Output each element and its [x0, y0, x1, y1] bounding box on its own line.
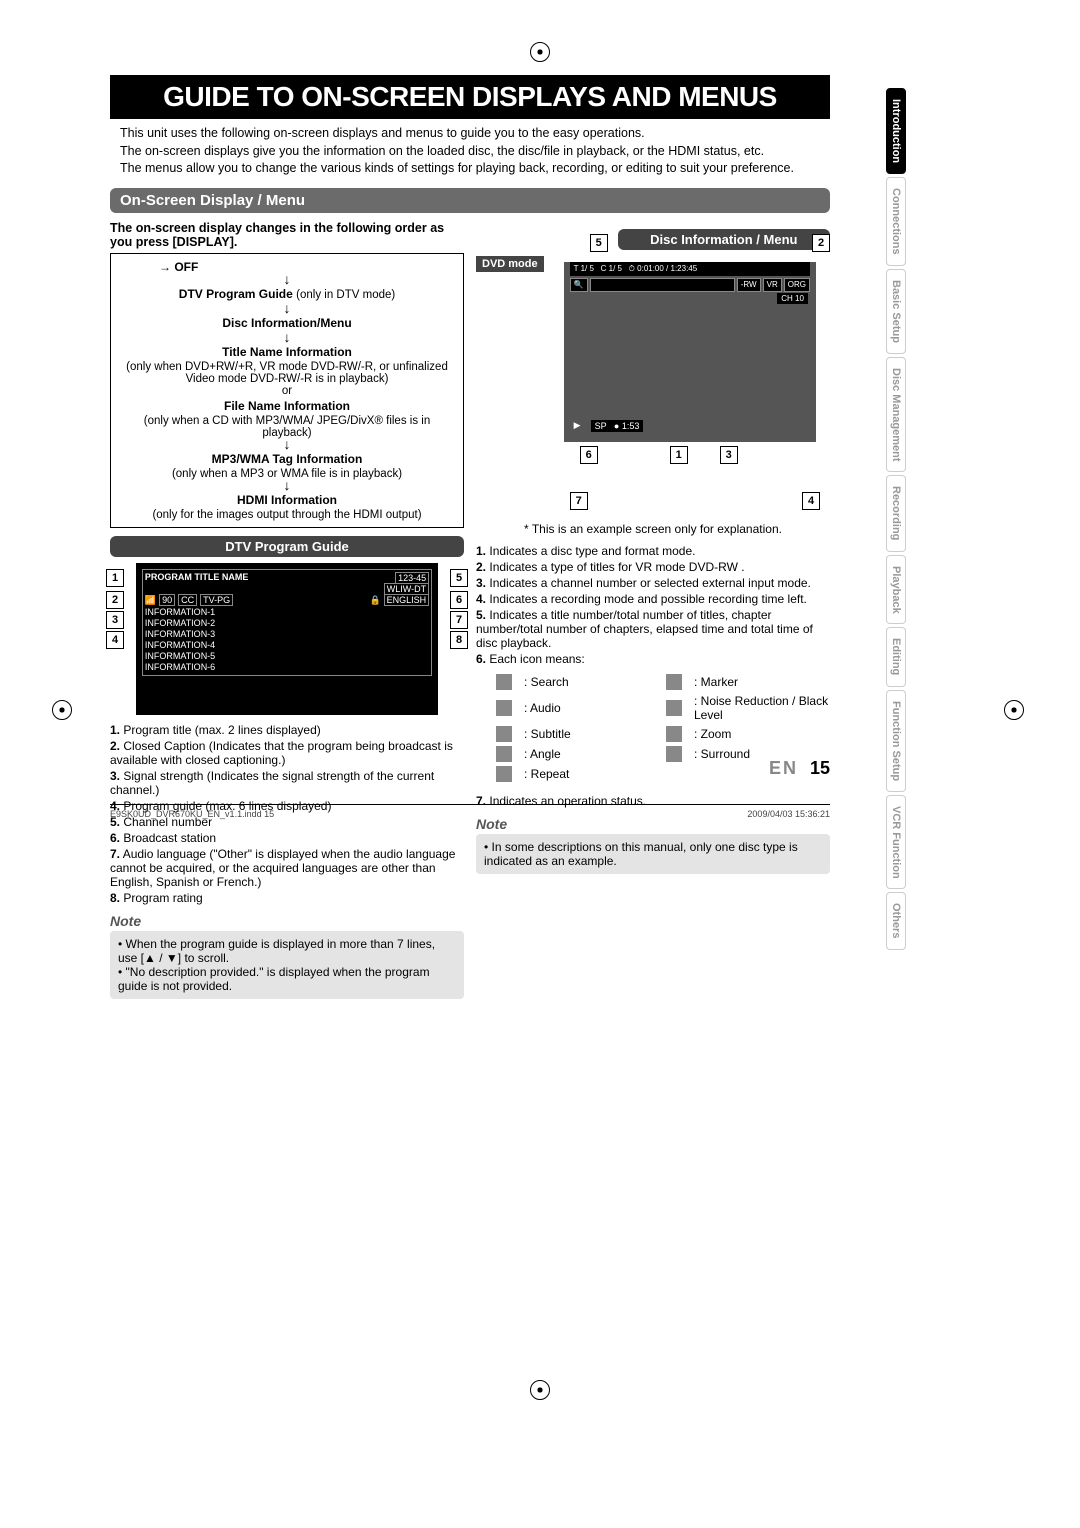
- legend-icon: [496, 700, 512, 716]
- disc-header: Disc Information / Menu: [618, 229, 830, 250]
- page-number: EN15: [769, 758, 830, 779]
- callout-5: 5: [450, 569, 468, 587]
- legend-icon: [666, 674, 682, 690]
- callout-7: 7: [450, 611, 468, 629]
- dtv-preview-wrap: 1 2 3 4 5 6 7 8 PROGRAM TITLE NAME 123-4…: [110, 563, 464, 715]
- legend-icon: [496, 674, 512, 690]
- footer: E9SK0UD_DVR670KU_EN_v1.1.indd 15 2009/04…: [110, 804, 830, 819]
- intro-text: This unit uses the following on-screen d…: [120, 125, 820, 178]
- callout-1: 1: [106, 569, 124, 587]
- disc-list: 1. Indicates a disc type and format mode…: [476, 544, 830, 666]
- note-box-left: • When the program guide is displayed in…: [110, 931, 464, 999]
- left-column: The on-screen display changes in the fol…: [110, 221, 464, 1000]
- legend-icon: [496, 746, 512, 762]
- tab-basic-setup[interactable]: Basic Setup: [886, 269, 906, 354]
- section-tabs: Introduction Connections Basic Setup Dis…: [886, 88, 906, 950]
- callout-8: 8: [450, 631, 468, 649]
- crop-mark-icon: [1004, 700, 1024, 720]
- legend-icon: [666, 726, 682, 742]
- dvd-preview: T 1/ 5 C 1/ 5 ⏱ 0:01:00 / 1:23:45 🔍 -RWV…: [564, 262, 816, 442]
- callout-6: 6: [450, 591, 468, 609]
- tab-others[interactable]: Others: [886, 892, 906, 949]
- callout-2b: 2: [812, 234, 830, 252]
- callout-1b: 1: [670, 446, 688, 464]
- callout-3b: 3: [720, 446, 738, 464]
- callout-5b: 5: [590, 234, 608, 252]
- dtv-preview: PROGRAM TITLE NAME 123-45 WLIW-DT 📶 90 C…: [136, 563, 438, 715]
- crop-mark-icon: [530, 1380, 550, 1400]
- display-lead: The on-screen display changes in the fol…: [110, 221, 464, 249]
- tab-connections[interactable]: Connections: [886, 177, 906, 266]
- tab-editing[interactable]: Editing: [886, 627, 906, 686]
- note-box-right: • In some descriptions on this manual, o…: [476, 834, 830, 874]
- tab-recording[interactable]: Recording: [886, 475, 906, 551]
- callout-4: 4: [106, 631, 124, 649]
- note-heading: Note: [110, 913, 464, 929]
- dvd-mode-label: DVD mode: [476, 256, 544, 272]
- legend-icon: [666, 746, 682, 762]
- tab-function-setup[interactable]: Function Setup: [886, 690, 906, 792]
- play-icon: ▶: [574, 420, 581, 431]
- right-column: Disc Information / Menu DVD mode 5 2 T 1…: [476, 221, 830, 1000]
- example-note: * This is an example screen only for exp…: [476, 522, 830, 536]
- tab-vcr-function[interactable]: VCR Function: [886, 795, 906, 890]
- tab-playback[interactable]: Playback: [886, 555, 906, 625]
- section-header: On-Screen Display / Menu: [110, 188, 830, 213]
- tab-disc-management[interactable]: Disc Management: [886, 357, 906, 473]
- callout-3: 3: [106, 611, 124, 629]
- search-icon: 🔍: [570, 278, 588, 292]
- tab-introduction[interactable]: Introduction: [886, 88, 906, 174]
- legend-icon: [496, 766, 512, 782]
- callout-4b: 4: [802, 492, 820, 510]
- callout-2: 2: [106, 591, 124, 609]
- callout-6b: 6: [580, 446, 598, 464]
- display-flow: → OFF ↓ DTV Program Guide (only in DTV m…: [110, 253, 464, 529]
- crop-mark-icon: [52, 700, 72, 720]
- legend-icon: [666, 700, 682, 716]
- callout-7b: 7: [570, 492, 588, 510]
- dtv-header: DTV Program Guide: [110, 536, 464, 557]
- page-title: GUIDE TO ON-SCREEN DISPLAYS AND MENUS: [110, 75, 830, 119]
- legend-icon: [496, 726, 512, 742]
- crop-mark-icon: [530, 42, 550, 62]
